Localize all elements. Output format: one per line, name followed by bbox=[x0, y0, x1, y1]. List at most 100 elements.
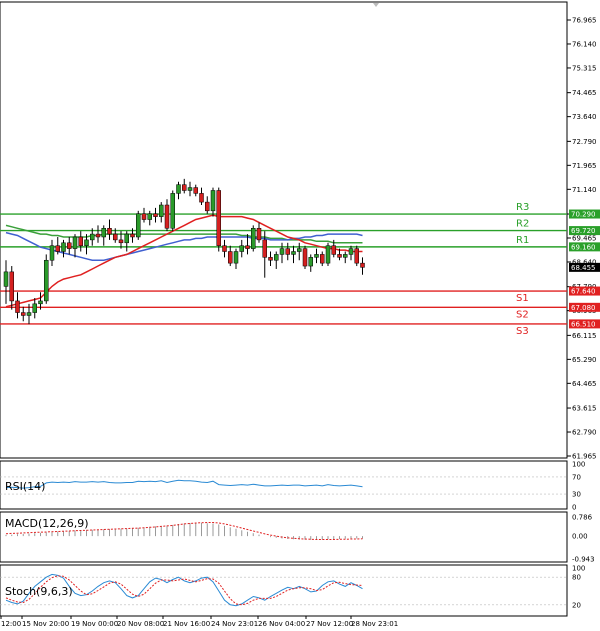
candle-body bbox=[38, 300, 43, 305]
candle-body bbox=[107, 228, 112, 235]
price-tick-label: 71.965 bbox=[572, 162, 597, 170]
level-value-r1: 69.160 bbox=[571, 243, 596, 251]
time-axis: 12:00 15 Nov 20:00 19 Nov 00:0020 Nov 08:0… bbox=[0, 616, 398, 628]
time-tick-label: 20 Nov 08:00 bbox=[117, 620, 164, 628]
price-tick-label: 69.465 bbox=[572, 235, 597, 243]
candle-body bbox=[159, 204, 164, 217]
candle-body bbox=[182, 184, 187, 191]
candle-body bbox=[210, 190, 216, 212]
stoch-tick-label: 20 bbox=[572, 601, 581, 609]
candle-body bbox=[176, 184, 181, 194]
candle-body bbox=[239, 245, 244, 252]
candle-body bbox=[170, 193, 175, 229]
candle-body bbox=[49, 245, 55, 261]
candle-body bbox=[233, 251, 239, 264]
level-label-r3: R3 bbox=[516, 202, 529, 213]
price-tick-label: 61.965 bbox=[572, 453, 597, 461]
candle-body bbox=[228, 251, 233, 264]
candle-body bbox=[320, 254, 325, 264]
trading-chart: 76.965 76.140 75.315 74.465 73.640 72.790 71.9… bbox=[0, 1, 600, 628]
time-tick-label: 24 Nov 23:01 bbox=[211, 620, 258, 628]
candle-body bbox=[3, 271, 9, 287]
time-tick-label: 15 Nov 20:00 bbox=[22, 620, 69, 628]
candle-body bbox=[124, 233, 129, 244]
candle bbox=[216, 187, 221, 252]
macd-title: MACD(12,26,9) bbox=[5, 517, 89, 530]
candle-body bbox=[314, 254, 319, 258]
stoch-tick-label: 100 bbox=[572, 565, 585, 573]
stoch-tick-label: 80 bbox=[572, 574, 581, 582]
candle-body bbox=[193, 187, 198, 194]
price-tick-label: 76.140 bbox=[572, 40, 597, 48]
time-tick-label: 27 Nov 12:00 bbox=[306, 620, 353, 628]
candle-body bbox=[279, 248, 285, 255]
candle-body bbox=[118, 239, 124, 244]
price-tick-label: 73.640 bbox=[572, 113, 597, 121]
level-value-s3: 66.510 bbox=[571, 320, 596, 328]
macd-tick-label: -0.943 bbox=[572, 556, 595, 564]
level-value-r2: 69.720 bbox=[571, 227, 596, 235]
candle-body bbox=[55, 245, 60, 252]
candle-body bbox=[302, 248, 308, 267]
candle-body bbox=[354, 248, 359, 264]
candle-body bbox=[187, 187, 193, 191]
candle bbox=[44, 254, 49, 304]
time-tick-label: 12:00 bbox=[1, 620, 21, 628]
time-tick-label: 21 Nov 16:00 bbox=[163, 620, 210, 628]
candle-body bbox=[331, 245, 336, 255]
candle-body bbox=[26, 312, 32, 316]
candle-body bbox=[262, 239, 267, 258]
price-tick-label: 65.290 bbox=[572, 356, 597, 364]
level-value-s1: 67.640 bbox=[571, 288, 596, 296]
candle-body bbox=[268, 257, 273, 261]
rsi-tick-label: 0 bbox=[572, 504, 576, 512]
level-label-s3: S3 bbox=[516, 326, 529, 337]
level-value-s2: 67.080 bbox=[571, 304, 596, 312]
time-tick-label: 28 Nov 23:01 bbox=[351, 620, 398, 628]
level-value-r3: 70.290 bbox=[571, 211, 596, 219]
candle-body bbox=[274, 254, 279, 261]
price-tick-label: 74.465 bbox=[572, 89, 597, 97]
candle-body bbox=[291, 251, 296, 255]
candle-body bbox=[101, 228, 106, 238]
stoch-title: Stoch(9,6,3) bbox=[5, 585, 73, 598]
candle-body bbox=[67, 242, 72, 249]
candle-body bbox=[164, 204, 170, 229]
candle-body bbox=[199, 193, 204, 203]
macd-tick-label: 0.786 bbox=[572, 514, 593, 522]
candle-body bbox=[337, 254, 342, 258]
price-tick-label: 64.465 bbox=[572, 380, 597, 388]
candle-body bbox=[147, 213, 152, 220]
candle-body bbox=[136, 213, 141, 238]
time-tick-label: 19 Nov 00:00 bbox=[71, 620, 118, 628]
candle-body bbox=[343, 254, 348, 258]
candle-body bbox=[78, 236, 83, 246]
price-tick-label: 71.140 bbox=[572, 186, 597, 194]
rsi-tick-label: 100 bbox=[572, 461, 585, 469]
candle-body bbox=[256, 228, 262, 241]
level-label-s1: S1 bbox=[516, 293, 529, 304]
rsi-title: RSI(14) bbox=[5, 480, 45, 493]
macd-tick-label: 0.00 bbox=[572, 533, 588, 541]
price-axis: 76.965 76.140 75.315 74.465 73.640 72.790 71.9… bbox=[567, 17, 597, 461]
stoch-panel bbox=[0, 564, 568, 617]
candle bbox=[136, 210, 141, 240]
candle bbox=[302, 245, 308, 269]
candle bbox=[325, 242, 331, 267]
candle bbox=[251, 225, 256, 252]
candle-body bbox=[113, 233, 118, 241]
candle-body bbox=[21, 312, 26, 316]
candle-body bbox=[61, 242, 66, 252]
candle-body bbox=[297, 248, 302, 252]
candle-body bbox=[84, 239, 89, 246]
candle-body bbox=[245, 245, 250, 249]
candle-body bbox=[95, 233, 101, 238]
candle-body bbox=[141, 213, 147, 220]
candle-body bbox=[9, 271, 14, 302]
price-tick-label: 66.115 bbox=[572, 332, 597, 340]
rsi-tick-label: 30 bbox=[572, 491, 581, 499]
candle-body bbox=[216, 190, 221, 246]
candle-body bbox=[153, 213, 158, 217]
candle-body bbox=[90, 233, 95, 241]
candle-body bbox=[222, 245, 227, 252]
